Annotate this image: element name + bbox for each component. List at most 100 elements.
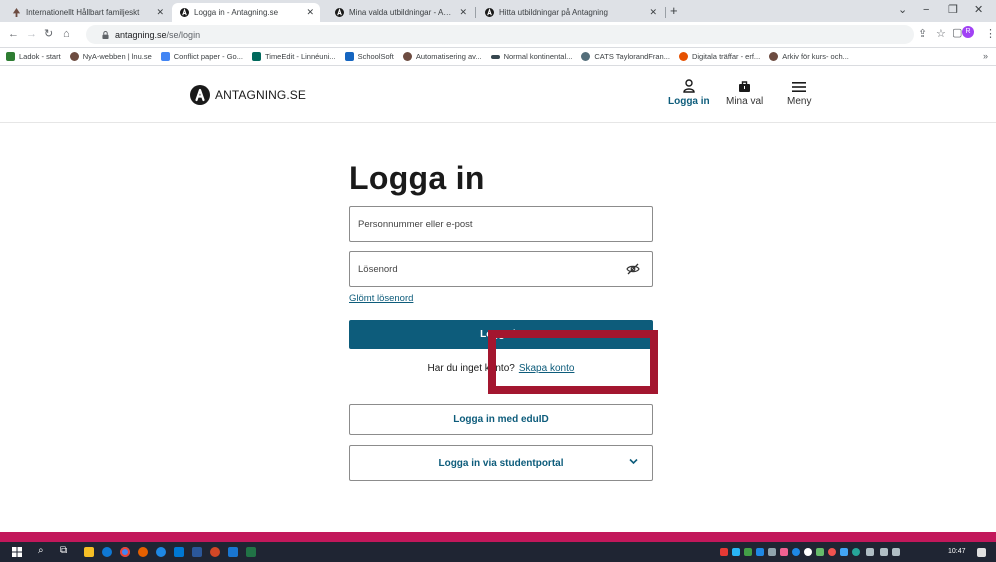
back-arrow-icon[interactable]: ← — [8, 27, 19, 41]
google-docs-icon — [160, 52, 170, 61]
tray-app-icon[interactable] — [768, 548, 776, 556]
minimize-icon[interactable]: − — [923, 2, 929, 18]
password-input[interactable] — [358, 263, 598, 275]
browser-app-icon[interactable] — [156, 547, 166, 557]
lock-icon — [102, 30, 109, 39]
browser-tab[interactable]: Mina valda utbildningar - Antagn ✕ — [327, 3, 473, 22]
schoolsoft-icon — [344, 52, 354, 61]
home-icon[interactable]: ⌂ — [63, 27, 70, 41]
address-bar[interactable]: antagning.se/se/login — [86, 25, 914, 44]
powerpoint-icon[interactable] — [210, 547, 220, 557]
search-icon[interactable]: ⌕ — [38, 545, 44, 556]
tray-app-icon[interactable] — [720, 548, 728, 556]
onedrive-icon[interactable] — [732, 548, 740, 556]
bookmark-item[interactable]: SchoolSoft — [344, 52, 394, 61]
bookmark-item[interactable]: Arkiv för kurs- och... — [769, 52, 849, 61]
hide-password-icon[interactable] — [626, 263, 640, 278]
bookmark-label: Automatisering av... — [415, 52, 482, 61]
bookmark-item[interactable]: Automatisering av... — [402, 52, 482, 61]
windows-start-icon[interactable] — [12, 547, 22, 557]
tray-app-icon[interactable] — [804, 548, 812, 556]
create-account-link[interactable]: Skapa konto — [519, 363, 575, 374]
bookmark-item[interactable]: Ladok - start — [6, 52, 61, 61]
tray-app-icon[interactable] — [840, 548, 848, 556]
new-tab-button[interactable]: + — [670, 3, 678, 19]
tree-icon — [12, 8, 21, 17]
password-field[interactable] — [349, 251, 653, 287]
tab-search-icon[interactable]: ⌄ — [898, 2, 907, 18]
student-portal-label: Logga in via studentportal — [438, 457, 564, 469]
bookmark-item[interactable]: CATS TaylorandFran... — [581, 52, 670, 61]
volume-icon[interactable] — [866, 548, 874, 556]
slack-icon[interactable] — [780, 548, 788, 556]
site-footer-bar — [0, 532, 996, 542]
chrome-icon[interactable] — [120, 547, 130, 557]
student-portal-login-button[interactable]: Logga in via studentportal — [349, 445, 653, 481]
bookmark-label: Ladok - start — [19, 52, 61, 61]
logo-text: ANTAGNING.SE — [215, 88, 306, 102]
forgot-password-link[interactable]: Glömt lösenord — [349, 293, 413, 304]
firefox-icon[interactable] — [138, 547, 148, 557]
browser-tab-strip: Internationellt Hållbart familjeskt ✕ Lo… — [0, 0, 996, 22]
onenote-icon[interactable] — [228, 547, 238, 557]
task-view-icon[interactable]: ⧉ — [60, 545, 67, 556]
browser-tab[interactable]: Internationellt Hållbart familjeskt ✕ — [4, 3, 170, 22]
bookmark-item[interactable]: Digitala träffar - erf... — [678, 52, 760, 61]
bookmark-label: Normal kontinental... — [503, 52, 573, 61]
bookmark-item[interactable]: TimeEdit - Linnéuni... — [251, 52, 336, 61]
side-panel-icon[interactable]: ▢ — [952, 26, 962, 40]
browser-tab-active[interactable]: Logga in - Antagning.se ✕ — [172, 3, 320, 22]
edge-icon[interactable] — [102, 547, 112, 557]
pen-icon[interactable] — [880, 548, 888, 556]
chrome-menu-icon[interactable]: ⋮ — [985, 27, 996, 41]
header-menu-button[interactable]: Meny — [787, 77, 811, 107]
tree-icon — [69, 52, 79, 61]
close-tab-icon[interactable]: ✕ — [156, 7, 164, 18]
file-explorer-icon[interactable] — [84, 547, 94, 557]
antagning-logo-icon — [180, 8, 189, 17]
browser-tab[interactable]: Hitta utbildningar på Antagning ✕ — [477, 3, 663, 22]
profile-avatar[interactable]: R — [962, 26, 974, 38]
bookmark-item[interactable]: Normal kontinental... — [490, 52, 573, 61]
bookmark-item[interactable]: NyA-webben | lnu.se — [69, 52, 152, 61]
bluetooth-icon[interactable] — [792, 548, 800, 556]
tray-app-icon[interactable] — [744, 548, 752, 556]
chat-icon — [678, 52, 688, 61]
bookmark-star-icon[interactable]: ☆ — [936, 27, 946, 41]
tray-app-icon[interactable] — [816, 548, 824, 556]
outlook-icon[interactable] — [174, 547, 184, 557]
login-submit-button[interactable]: Logga in — [349, 320, 653, 349]
user-icon — [683, 77, 695, 93]
header-my-choices-label: Mina val — [726, 96, 764, 107]
share-icon[interactable]: ⇪ — [918, 27, 927, 41]
notifications-icon[interactable] — [977, 548, 986, 557]
create-account-row: Har du inget konto? Skapa konto — [349, 354, 653, 382]
username-field[interactable] — [349, 206, 653, 242]
header-my-choices-link[interactable]: Mina val — [726, 77, 763, 107]
excel-icon[interactable] — [246, 547, 256, 557]
header-login-link[interactable]: Logga in — [668, 77, 710, 107]
maximize-icon[interactable]: ❐ — [948, 2, 958, 18]
bookmark-item[interactable]: Conflict paper - Go... — [160, 52, 243, 61]
browser-toolbar: ← → ↻ ⌂ antagning.se/se/login ⇪ ☆ ▢ ⋮ — [0, 22, 996, 48]
close-tab-icon[interactable]: ✕ — [306, 7, 314, 18]
forward-arrow-icon[interactable]: → — [26, 27, 37, 41]
taskbar-clock[interactable]: 10:47 — [948, 548, 966, 555]
antagning-logo-icon — [335, 8, 344, 17]
ladok-icon — [6, 52, 15, 61]
bookmark-label: Arkiv för kurs- och... — [782, 52, 849, 61]
close-tab-icon[interactable]: ✕ — [649, 7, 657, 18]
tray-app-icon[interactable] — [828, 548, 836, 556]
window-close-icon[interactable]: ✕ — [974, 2, 983, 18]
username-input[interactable] — [358, 218, 598, 230]
reload-icon[interactable]: ↻ — [44, 27, 53, 41]
tray-app-icon[interactable] — [852, 548, 860, 556]
battery-icon[interactable] — [892, 548, 900, 556]
site-logo[interactable]: ANTAGNING.SE — [190, 85, 306, 105]
word-icon[interactable] — [192, 547, 202, 557]
tray-app-icon[interactable] — [756, 548, 764, 556]
tab-title: Hitta utbildningar på Antagning — [499, 8, 608, 17]
eduid-login-button[interactable]: Logga in med eduID — [349, 404, 653, 435]
close-tab-icon[interactable]: ✕ — [459, 7, 467, 18]
more-bookmarks-icon[interactable]: » — [983, 51, 988, 61]
